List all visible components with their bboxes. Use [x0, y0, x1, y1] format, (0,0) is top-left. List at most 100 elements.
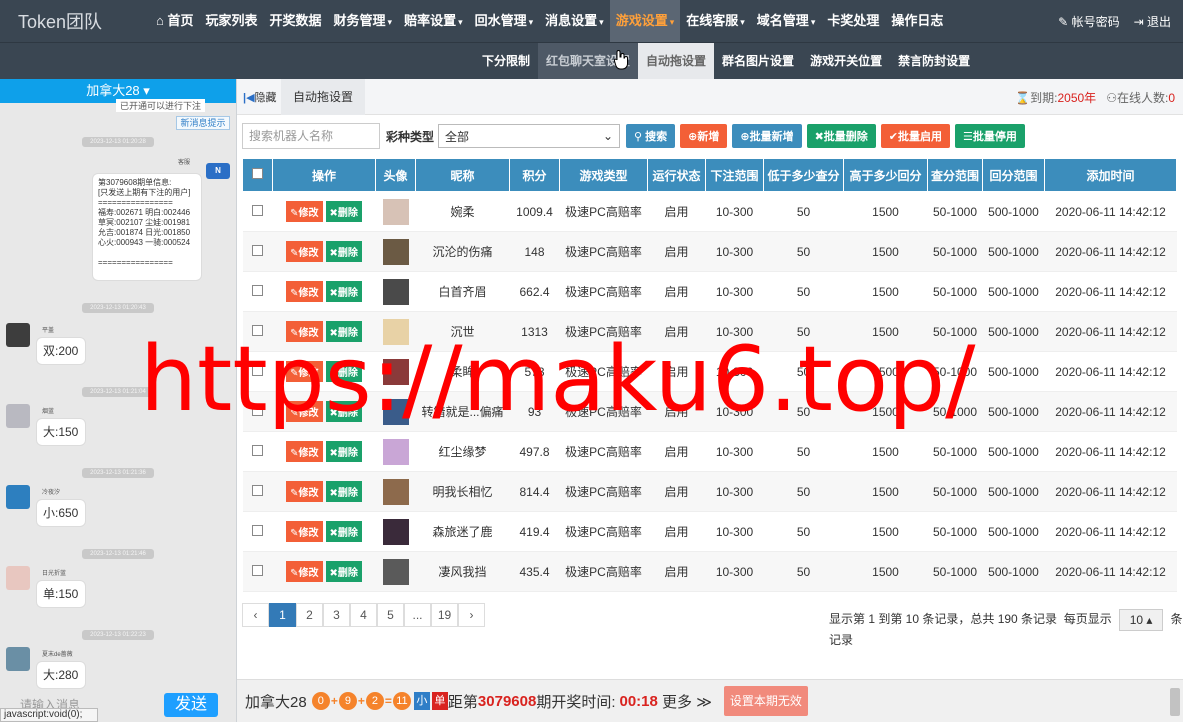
- table-row: ✎修改 ✖删除 转错就是...偏痛 93 极速PC高赔率 启用 10-300 50 1500 50…: [242, 391, 1177, 432]
- row-checkbox[interactable]: [252, 204, 263, 216]
- batch-delete-button[interactable]: ✖ 批量删除: [806, 124, 876, 148]
- chat-timestamp: 2023-12-13 01:22:23: [82, 630, 154, 640]
- brand-logo[interactable]: Token团队: [0, 8, 150, 34]
- search-input[interactable]: 搜索机器人名称: [242, 123, 380, 149]
- nav-item[interactable]: 开奖数据: [264, 0, 328, 42]
- edit-button[interactable]: ✎修改: [286, 521, 323, 542]
- row-checkbox[interactable]: [252, 284, 263, 296]
- subnav-item[interactable]: 群名图片设置: [714, 43, 802, 79]
- nav-item[interactable]: 游戏设置 ▾: [609, 0, 681, 42]
- cell-points: 435.4: [509, 551, 560, 592]
- draw-status-bar: 加拿大28 0 + 9 + 2 = 11 小 单 距第 3079608 期开奖时间: 0…: [237, 679, 1183, 722]
- bill-line: 福寿:002671 明白:002446: [98, 208, 191, 217]
- edit-icon: ✎: [290, 408, 299, 419]
- nav-item[interactable]: 回水管理 ▾: [469, 0, 540, 42]
- delete-label: 删除: [337, 568, 358, 579]
- row-checkbox[interactable]: [252, 564, 263, 576]
- edit-button[interactable]: ✎修改: [286, 321, 323, 342]
- delete-button[interactable]: ✖删除: [325, 201, 362, 222]
- delete-button[interactable]: ✖删除: [325, 481, 362, 502]
- cell-type: 极速PC高赔率: [559, 551, 648, 592]
- cell-bet: 10-300: [705, 511, 764, 552]
- bot-avatar: [382, 438, 409, 465]
- batch-add-button[interactable]: ⊕ 批量新增: [732, 124, 802, 148]
- row-checkbox[interactable]: [252, 524, 263, 536]
- nav-item[interactable]: 消息设置 ▾: [539, 0, 610, 42]
- edit-button[interactable]: ✎修改: [286, 401, 323, 422]
- bot-avatar: [382, 398, 409, 425]
- tab-auto-bot-settings[interactable]: 自动拖设置: [281, 79, 365, 115]
- edit-button[interactable]: ✎修改: [286, 441, 323, 462]
- nav-item[interactable]: 卡奖处理: [821, 0, 885, 42]
- edit-button[interactable]: ✎修改: [286, 481, 323, 502]
- cell-return: 500-1000: [982, 351, 1045, 392]
- delete-button[interactable]: ✖删除: [325, 361, 362, 382]
- nav-item[interactable]: ⌂ 首页: [150, 0, 199, 42]
- send-button[interactable]: 发送: [164, 693, 218, 717]
- scrollbar[interactable]: [1170, 688, 1180, 716]
- nav-item[interactable]: 操作日志: [885, 0, 949, 42]
- nav-item[interactable]: 玩家列表: [199, 0, 263, 42]
- page-button[interactable]: 3: [323, 603, 350, 627]
- delete-button[interactable]: ✖删除: [325, 281, 362, 302]
- plus-circle-icon: ⊕: [740, 130, 750, 143]
- reset-issue-button[interactable]: 设置本期无效: [723, 686, 808, 716]
- page-button[interactable]: 4: [350, 603, 377, 627]
- page-button[interactable]: ...: [404, 603, 431, 627]
- issue-number: 3079608: [477, 692, 537, 710]
- edit-button[interactable]: ✎修改: [286, 201, 323, 222]
- edit-button[interactable]: ✎修改: [286, 241, 323, 262]
- lottery-type-select[interactable]: 全部 ⌄: [438, 124, 621, 148]
- subnav-item[interactable]: 自动拖设置: [638, 43, 715, 79]
- add-button[interactable]: ⊕ 新增: [680, 124, 728, 148]
- hide-sidebar-button[interactable]: |◀隐藏: [243, 89, 277, 105]
- batch-enable-button[interactable]: ✔ 批量启用: [880, 124, 951, 148]
- page-button[interactable]: ›: [458, 603, 485, 627]
- page-size-select[interactable]: 10 ▴: [1119, 609, 1164, 631]
- row-checkbox[interactable]: [252, 444, 263, 456]
- cell-check: 50-1000: [927, 351, 983, 392]
- more-link[interactable]: 更多 ≫: [662, 691, 712, 712]
- cell-type: 极速PC高赔率: [559, 391, 648, 432]
- cell-name: 沉沦的伤痛: [415, 231, 510, 272]
- table-row: ✎修改 ✖删除 婉柔 1009.4 极速PC高赔率 启用 10-300 50 1500 50-10…: [242, 191, 1177, 232]
- delete-button[interactable]: ✖删除: [325, 241, 362, 262]
- nav-item[interactable]: 财务管理 ▾: [328, 0, 399, 42]
- row-checkbox[interactable]: [252, 404, 263, 416]
- subnav-item[interactable]: 禁言防封设置: [890, 43, 978, 79]
- new-message-button[interactable]: 新消息提示: [176, 116, 230, 130]
- row-checkbox[interactable]: [252, 364, 263, 376]
- page-button[interactable]: 5: [377, 603, 404, 627]
- nav-item[interactable]: 域名管理 ▾: [751, 0, 822, 42]
- row-checkbox[interactable]: [252, 244, 263, 256]
- cell-points: 497.8: [509, 431, 560, 472]
- subnav-item[interactable]: 游戏开关位置: [802, 43, 890, 79]
- page-button[interactable]: 2: [296, 603, 323, 627]
- logout-link[interactable]: ⇥ 退出: [1134, 13, 1171, 30]
- row-checkbox[interactable]: [252, 324, 263, 336]
- edit-button[interactable]: ✎修改: [286, 561, 323, 582]
- nav-item[interactable]: 赔率设置 ▾: [398, 0, 469, 42]
- page-button[interactable]: 1: [269, 603, 296, 627]
- batch-disable-button[interactable]: ☰ 批量停用: [955, 124, 1025, 148]
- search-button[interactable]: ⚲ 搜索: [626, 124, 676, 148]
- edit-button[interactable]: ✎修改: [286, 281, 323, 302]
- page-button[interactable]: ‹: [242, 603, 269, 627]
- page-button[interactable]: 19: [431, 603, 458, 627]
- edit-icon: ✎: [290, 328, 299, 339]
- delete-button[interactable]: ✖删除: [325, 321, 362, 342]
- delete-button[interactable]: ✖删除: [325, 521, 362, 542]
- table-header-cell: 操作: [272, 158, 376, 192]
- select-all-checkbox[interactable]: [252, 168, 263, 179]
- row-checkbox[interactable]: [252, 484, 263, 496]
- delete-button[interactable]: ✖删除: [325, 441, 362, 462]
- table-header-cell: 运行状态: [647, 158, 706, 192]
- account-link[interactable]: ✎ 帐号密码: [1058, 13, 1119, 30]
- cell-points: 573: [509, 351, 560, 392]
- delete-button[interactable]: ✖删除: [325, 561, 362, 582]
- edit-button[interactable]: ✎修改: [286, 361, 323, 382]
- nav-item[interactable]: 在线客服 ▾: [680, 0, 751, 42]
- subnav-item[interactable]: 下分限制: [474, 43, 538, 79]
- delete-button[interactable]: ✖删除: [325, 401, 362, 422]
- chat-timestamp: 2023-12-13 01:20:43: [82, 303, 154, 313]
